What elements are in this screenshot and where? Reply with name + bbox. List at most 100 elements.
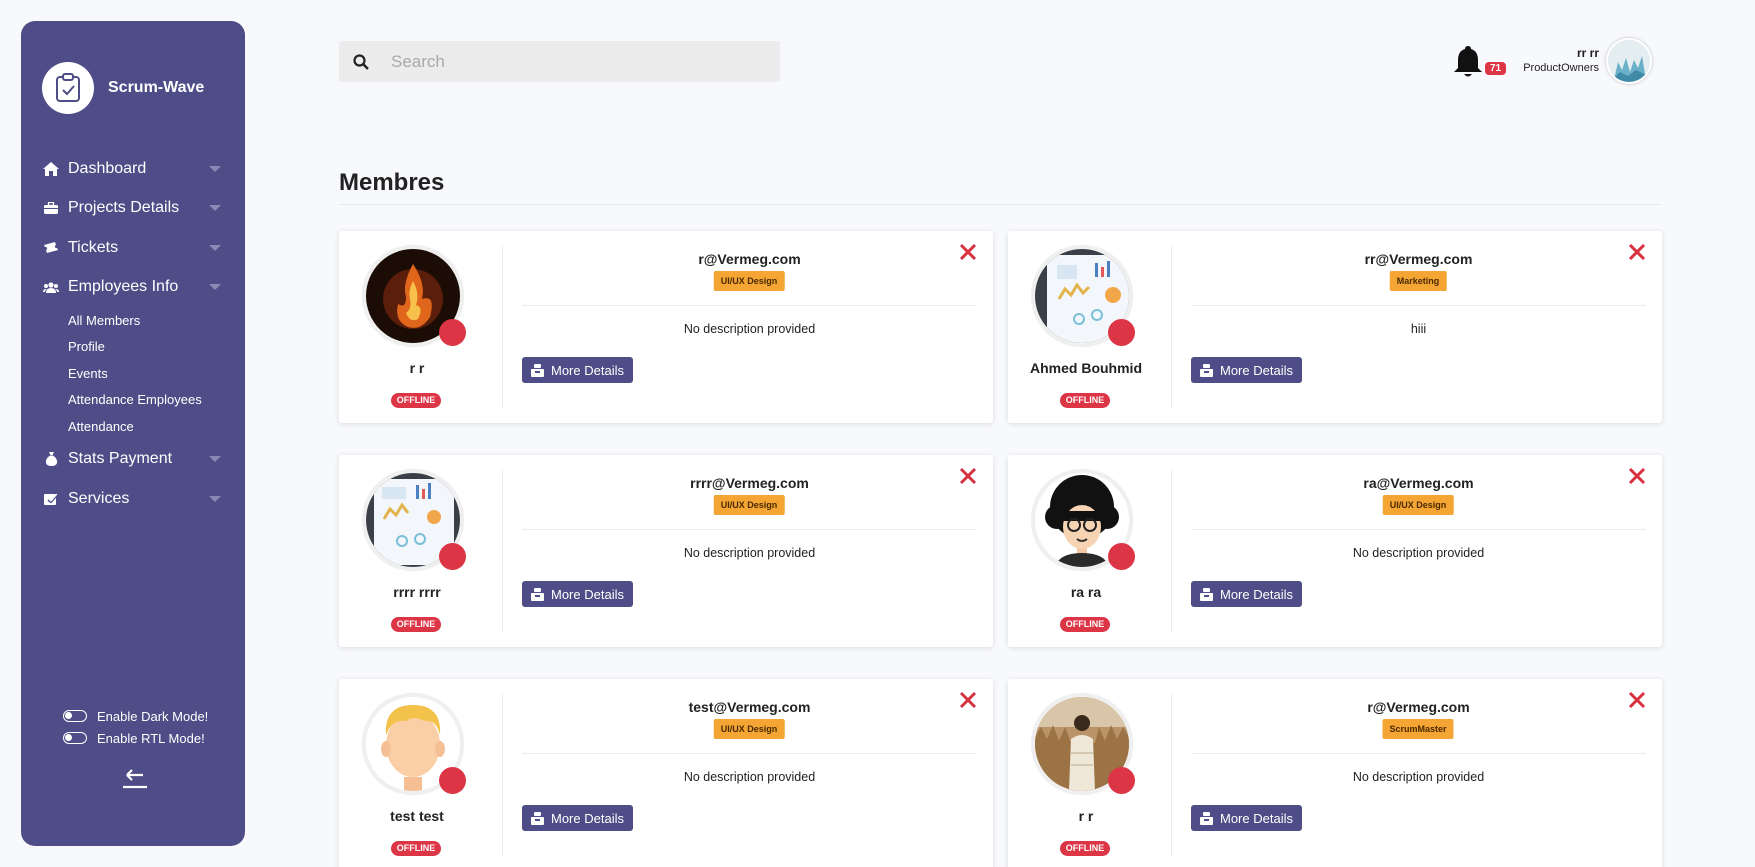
role-badge: UI/UX Design (1382, 495, 1454, 515)
sidebar-item-employees-info[interactable]: Employees Info (21, 268, 245, 308)
status-badge: OFFLINE (1060, 617, 1110, 632)
bell-icon[interactable] (1452, 44, 1484, 80)
divider (502, 470, 503, 633)
user-role: ProductOwners (1523, 62, 1599, 74)
member-description: No description provided (1352, 770, 1485, 784)
divider (502, 694, 503, 857)
button-label: More Details (551, 586, 624, 602)
toggle-switch[interactable] (63, 710, 87, 722)
id-card-icon (1200, 811, 1213, 825)
button-label: More Details (551, 362, 624, 378)
money-bag-icon (42, 452, 60, 467)
status-dot (439, 543, 466, 570)
status-badge: OFFLINE (391, 841, 441, 856)
member-description: No description provided (683, 322, 816, 336)
close-icon[interactable] (1626, 241, 1648, 263)
divider (1171, 694, 1172, 857)
submenu-item-attendance-employees[interactable]: Attendance Employees (68, 387, 245, 414)
role-badge: UI/UX Design (713, 271, 785, 291)
search-input[interactable] (383, 51, 763, 72)
chevron-down-icon (209, 284, 221, 291)
sidebar-nav: Dashboard Projects Details Tickets Emplo… (21, 149, 245, 519)
user-info[interactable]: rr rr ProductOwners (1523, 46, 1599, 74)
employees-submenu: All Members Profile Events Attendance Em… (21, 307, 245, 440)
member-name: Ahmed Bouhmid (1030, 360, 1142, 376)
sidebar: Scrum-Wave Dashboard Projects Details Ti… (21, 21, 245, 846)
id-card-icon (531, 587, 544, 601)
sidebar-item-services[interactable]: Services (21, 479, 245, 519)
status-dot (1108, 319, 1135, 346)
close-icon[interactable] (1626, 465, 1648, 487)
status-badge: OFFLINE (1060, 393, 1110, 408)
member-card: ra ra OFFLINE ra@Vermeg.com UI/UX Design… (1008, 455, 1662, 647)
divider (502, 246, 503, 409)
ticket-icon (42, 241, 60, 255)
member-name: r r (1078, 808, 1094, 824)
clipboard-check-icon (42, 62, 94, 114)
rtl-mode-toggle[interactable]: Enable RTL Mode! (63, 727, 208, 749)
divider (339, 204, 1661, 205)
close-icon[interactable] (957, 689, 979, 711)
member-name: r r (409, 360, 425, 376)
more-details-button[interactable]: More Details (522, 581, 633, 607)
submenu-item-all-members[interactable]: All Members (68, 307, 245, 334)
member-card: rrrr rrrr OFFLINE rrrr@Vermeg.com UI/UX … (339, 455, 993, 647)
more-details-button[interactable]: More Details (1191, 805, 1302, 831)
button-label: More Details (1220, 362, 1293, 378)
member-name: ra ra (1070, 584, 1102, 600)
divider (1171, 470, 1172, 633)
user-name: rr rr (1576, 46, 1599, 60)
search-bar (339, 41, 780, 82)
close-icon[interactable] (1626, 689, 1648, 711)
button-label: More Details (1220, 810, 1293, 826)
sidebar-item-tickets[interactable]: Tickets (21, 228, 245, 268)
sidebar-item-label: Dashboard (68, 159, 147, 177)
more-details-button[interactable]: More Details (1191, 581, 1302, 607)
close-icon[interactable] (957, 241, 979, 263)
member-description: No description provided (683, 546, 816, 560)
more-details-button[interactable]: More Details (522, 805, 633, 831)
button-label: More Details (1220, 586, 1293, 602)
user-avatar[interactable] (1606, 38, 1652, 84)
notification-badge: 71 (1485, 62, 1507, 75)
divider (1191, 305, 1646, 306)
sidebar-item-projects-details[interactable]: Projects Details (21, 189, 245, 229)
submenu-item-events[interactable]: Events (68, 360, 245, 387)
member-name: test test (390, 808, 444, 824)
submenu-item-attendance[interactable]: Attendance (68, 413, 245, 440)
more-details-button[interactable]: More Details (1191, 357, 1302, 383)
divider (1171, 246, 1172, 409)
search-icon[interactable] (339, 53, 383, 70)
member-email: ra@Vermeg.com (1363, 475, 1474, 491)
divider (1191, 529, 1646, 530)
sidebar-item-dashboard[interactable]: Dashboard (21, 149, 245, 189)
member-email: rrrr@Vermeg.com (690, 475, 809, 491)
id-card-icon (1200, 363, 1213, 377)
sidebar-item-label: Services (68, 489, 130, 507)
id-card-icon (531, 363, 544, 377)
collapse-sidebar-icon[interactable] (120, 768, 150, 792)
button-label: More Details (551, 810, 624, 826)
briefcase-icon (42, 201, 60, 215)
mode-toggles: Enable Dark Mode! Enable RTL Mode! (63, 705, 208, 749)
divider (1191, 753, 1646, 754)
member-description: hiii (1410, 322, 1427, 336)
member-email: rr@Vermeg.com (1364, 251, 1473, 267)
member-card: r r OFFLINE r@Vermeg.com ScrumMaster No … (1008, 679, 1662, 867)
brand[interactable]: Scrum-Wave (42, 62, 204, 114)
id-card-icon (1200, 587, 1213, 601)
toggle-switch[interactable] (63, 732, 87, 744)
member-card: r r OFFLINE r@Vermeg.com UI/UX Design No… (339, 231, 993, 423)
close-icon[interactable] (957, 465, 979, 487)
member-description: No description provided (683, 770, 816, 784)
users-icon (42, 280, 60, 294)
dark-mode-toggle[interactable]: Enable Dark Mode! (63, 705, 208, 727)
member-email: test@Vermeg.com (688, 699, 811, 715)
status-dot (439, 767, 466, 794)
member-card: Ahmed Bouhmid OFFLINE rr@Vermeg.com Mark… (1008, 231, 1662, 423)
submenu-item-profile[interactable]: Profile (68, 334, 245, 361)
sidebar-item-stats-payment[interactable]: Stats Payment (21, 440, 245, 480)
status-dot (439, 319, 466, 346)
member-email: r@Vermeg.com (1367, 699, 1470, 715)
more-details-button[interactable]: More Details (522, 357, 633, 383)
